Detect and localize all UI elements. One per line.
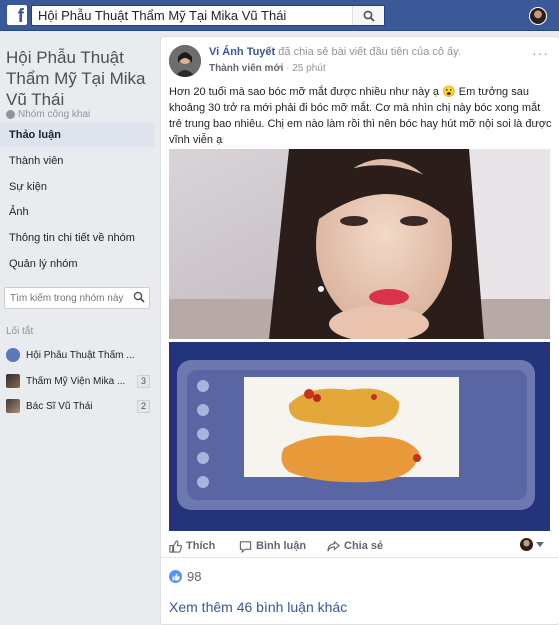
reaction-count: 98 — [187, 569, 202, 584]
post-action-text: đã chia sẻ bài viết đầu tiên của cô ấy. — [275, 46, 461, 58]
group-search — [4, 287, 150, 309]
chevron-down-icon — [536, 541, 544, 547]
comment-button[interactable]: Bình luận — [239, 537, 306, 555]
like-button[interactable]: Thích — [169, 537, 215, 555]
author-name[interactable]: Vi Ánh Tuyết — [209, 46, 275, 58]
member-badge: Thành viên mới — [209, 63, 284, 74]
share-as-selector[interactable] — [520, 538, 544, 551]
notification-count: 2 — [136, 399, 150, 413]
search-box — [31, 5, 385, 26]
page-thumbnail — [6, 399, 20, 413]
group-name[interactable]: Hội Phẫu Thuật Thẩm Mỹ Tại Mika Vũ Thái — [6, 47, 154, 110]
share-as-avatar — [520, 538, 533, 551]
shortcut-label: Thẩm Mỹ Viện Mika ... — [26, 375, 126, 387]
shortcut-item[interactable]: Hội Phẫu Thuật Thẩm ... — [6, 345, 150, 365]
search-input[interactable] — [32, 6, 352, 25]
post-photo-fat[interactable] — [169, 342, 550, 531]
post-time[interactable]: 25 phút — [292, 63, 325, 74]
like-reaction-icon — [169, 570, 182, 583]
author-photo — [169, 45, 201, 77]
post-meta: Thành viên mới · 25 phút — [209, 63, 326, 74]
share-icon — [327, 540, 340, 551]
top-bar: f — [0, 0, 559, 31]
view-more-comments-link[interactable]: Xem thêm 46 bình luận khác — [169, 599, 347, 615]
fat-tray-photo — [169, 342, 550, 531]
post-card: Vi Ánh Tuyết đã chia sẻ bài viết đầu tiê… — [160, 36, 559, 625]
post-actions: Thích Bình luận Chia sẻ — [161, 534, 559, 558]
thumbs-up-icon — [169, 539, 182, 553]
shortcut-item[interactable]: Bác Sĩ Vũ Thái 2 — [6, 396, 150, 416]
shortcuts-title: Lối tắt — [6, 326, 34, 337]
group-search-input[interactable] — [5, 288, 125, 308]
post-photo-face[interactable] — [169, 149, 550, 339]
post-author-line: Vi Ánh Tuyết đã chia sẻ bài viết đầu tiê… — [209, 46, 461, 58]
post-text: Hơn 20 tuổi mà sao bóc mỡ mắt được nhiều… — [169, 86, 552, 146]
nav-discussion[interactable]: Thảo luận — [0, 123, 154, 147]
comment-label: Bình luận — [256, 540, 307, 552]
shortcut-item[interactable]: Thẩm Mỹ Viện Mika ... 3 — [6, 371, 150, 391]
page-thumbnail — [6, 374, 20, 388]
search-icon — [363, 10, 375, 22]
group-privacy: Nhóm công khai — [6, 109, 90, 120]
shortcut-label: Bác Sĩ Vũ Thái — [26, 400, 93, 412]
comment-icon — [239, 540, 252, 553]
notification-count: 3 — [136, 374, 150, 388]
facebook-logo[interactable]: f — [7, 5, 27, 25]
share-button[interactable]: Chia sẻ — [327, 537, 383, 555]
nav-members[interactable]: Thành viên — [0, 149, 154, 173]
meta-separator: · — [283, 63, 293, 74]
nav-group-info[interactable]: Thông tin chi tiết về nhóm — [0, 226, 154, 250]
search-icon[interactable] — [133, 291, 145, 303]
privacy-label: Nhóm công khai — [18, 109, 91, 120]
face-photo — [169, 149, 550, 339]
nav-manage-group[interactable]: Quản lý nhóm — [0, 252, 154, 276]
shortcut-label: Hội Phẫu Thuật Thẩm ... — [26, 349, 135, 361]
nav-photos[interactable]: Ảnh — [0, 200, 154, 224]
like-label: Thích — [186, 540, 216, 552]
more-options-icon[interactable]: ··· — [532, 45, 549, 61]
share-label: Chia sẻ — [344, 540, 384, 552]
reactions-summary[interactable]: 98 — [169, 569, 201, 584]
nav-events[interactable]: Sự kiện — [0, 175, 154, 199]
profile-avatar[interactable] — [529, 7, 547, 25]
search-button[interactable] — [352, 6, 384, 25]
author-avatar[interactable] — [169, 45, 201, 77]
sidebar: Hội Phẫu Thuật Thẩm Mỹ Tại Mika Vũ Thái … — [0, 31, 156, 625]
group-icon — [6, 348, 20, 362]
globe-icon — [6, 110, 15, 119]
